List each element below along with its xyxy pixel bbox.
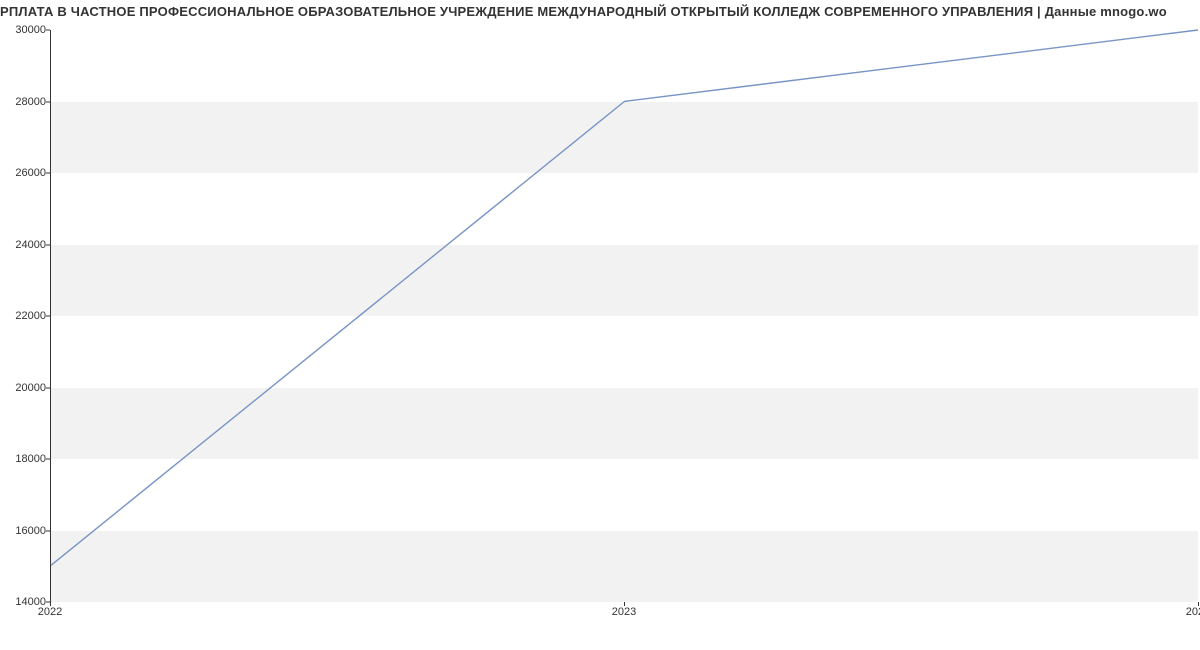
x-tick-label: 2023: [612, 606, 636, 618]
y-tick-mark: [46, 244, 50, 245]
line-series-svg: [51, 30, 1198, 601]
chart-title: РПЛАТА В ЧАСТНОЕ ПРОФЕССИОНАЛЬНОЕ ОБРАЗО…: [0, 4, 1200, 19]
y-tick-label: 30000: [2, 24, 46, 36]
y-tick-mark: [46, 530, 50, 531]
y-tick-mark: [46, 316, 50, 317]
chart-container: РПЛАТА В ЧАСТНОЕ ПРОФЕССИОНАЛЬНОЕ ОБРАЗО…: [0, 0, 1200, 650]
x-tick-mark: [50, 602, 51, 606]
y-tick-mark: [46, 101, 50, 102]
y-tick-label: 26000: [2, 167, 46, 179]
plot-area: [50, 30, 1198, 602]
x-tick-mark: [624, 602, 625, 606]
x-tick-label: 2024: [1186, 606, 1200, 618]
y-tick-mark: [46, 30, 50, 31]
y-tick-label: 16000: [2, 525, 46, 537]
y-tick-label: 28000: [2, 96, 46, 108]
y-tick-label: 24000: [2, 239, 46, 251]
y-tick-label: 18000: [2, 453, 46, 465]
x-tick-label: 2022: [38, 606, 62, 618]
y-tick-label: 20000: [2, 382, 46, 394]
series-line: [51, 30, 1198, 565]
y-tick-label: 22000: [2, 310, 46, 322]
x-tick-mark: [1198, 602, 1199, 606]
y-tick-mark: [46, 387, 50, 388]
y-tick-mark: [46, 459, 50, 460]
y-tick-mark: [46, 173, 50, 174]
